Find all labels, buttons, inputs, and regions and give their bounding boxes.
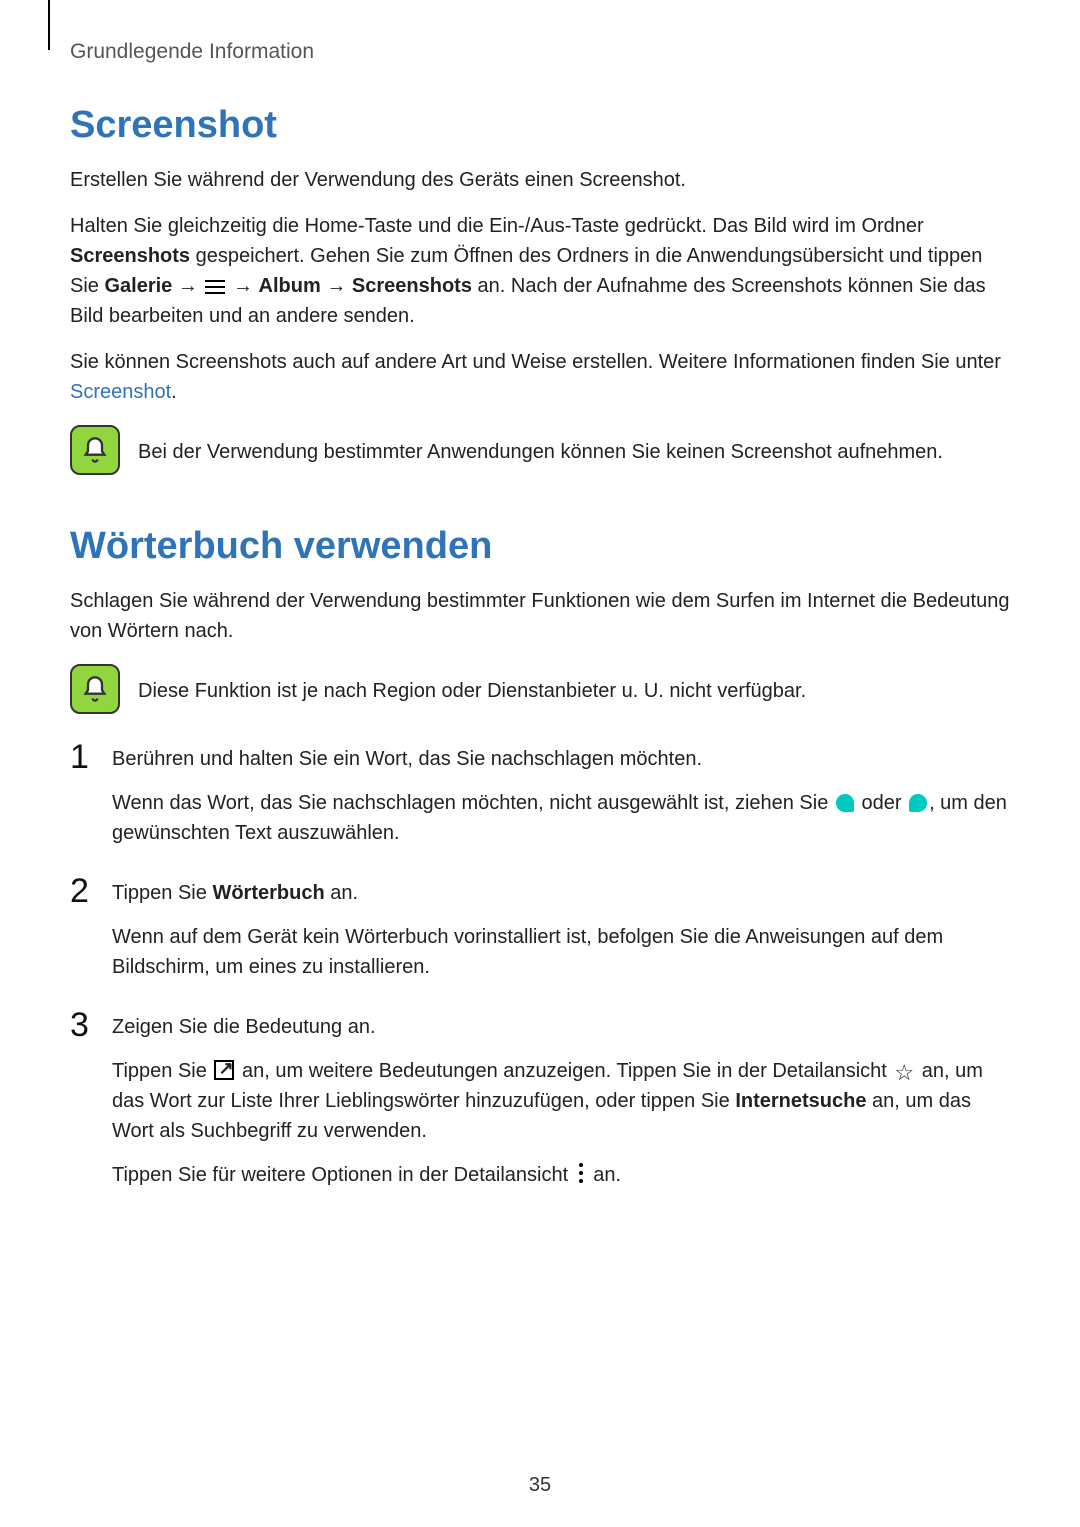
arrow: → [321,275,352,297]
dictionary-steps: Berühren und halten Sie ein Wort, das Si… [70,744,1010,1190]
text: an. [325,882,358,904]
expand-icon [214,1060,234,1080]
hamburger-icon [205,280,225,294]
step1-line1: Berühren und halten Sie ein Wort, das Si… [112,744,1010,774]
text-bold: Album [259,275,321,297]
step-1: Berühren und halten Sie ein Wort, das Si… [70,744,1010,848]
step2-line1: Tippen Sie Wörterbuch an. [112,878,1010,908]
note-text: Bei der Verwendung bestimmter Anwendunge… [138,425,943,467]
note-dictionary: Diese Funktion ist je nach Region oder D… [70,664,1010,714]
text: oder [856,792,907,814]
screenshot-p2: Halten Sie gleichzeitig die Home-Taste u… [70,211,1010,331]
bell-icon [70,425,120,475]
link-screenshot[interactable]: Screenshot [70,381,171,403]
text-bold: Internetsuche [735,1090,866,1112]
note-screenshot: Bei der Verwendung bestimmter Anwendunge… [70,425,1010,475]
screenshot-p3: Sie können Screenshots auch auf andere A… [70,347,1010,407]
step1-line2: Wenn das Wort, das Sie nachschlagen möch… [112,788,1010,848]
breadcrumb: Grundlegende Information [70,40,1010,64]
text-bold: Screenshots [352,275,472,297]
note-text: Diese Funktion ist je nach Region oder D… [138,664,806,706]
page-content: Grundlegende Information Screenshot Erst… [70,40,1010,1477]
text: Tippen Sie [112,1060,212,1082]
text: an. [588,1164,621,1186]
step-2: Tippen Sie Wörterbuch an. Wenn auf dem G… [70,878,1010,982]
text: Tippen Sie für weitere Optionen in der D… [112,1164,574,1186]
step-3: Zeigen Sie die Bedeutung an. Tippen Sie … [70,1012,1010,1190]
bell-icon [70,664,120,714]
text: Sie können Screenshots auch auf andere A… [70,351,1001,373]
section-title-dictionary: Wörterbuch verwenden [70,525,1010,568]
text-bold: Wörterbuch [212,882,324,904]
star-icon: ☆ [894,1062,914,1084]
text-bold: Galerie [104,275,172,297]
text: Wenn das Wort, das Sie nachschlagen möch… [112,792,834,814]
arrow: → [227,275,258,297]
page-number: 35 [0,1474,1080,1497]
step3-line1: Zeigen Sie die Bedeutung an. [112,1012,1010,1042]
step3-line2: Tippen Sie an, um weitere Bedeutungen an… [112,1056,1010,1146]
selection-handle-left-icon [836,794,854,812]
more-options-icon [578,1163,584,1183]
step2-line2: Wenn auf dem Gerät kein Wörterbuch vorin… [112,922,1010,982]
text: Halten Sie gleichzeitig die Home-Taste u… [70,215,924,237]
selection-handle-right-icon [909,794,927,812]
tab-edge-marker [48,0,50,50]
text-bold: Screenshots [70,245,190,267]
arrow: → [172,275,203,297]
screenshot-p1: Erstellen Sie während der Verwendung des… [70,165,1010,195]
text: an, um weitere Bedeutungen anzuzeigen. T… [236,1060,892,1082]
section-title-screenshot: Screenshot [70,104,1010,147]
text: . [171,381,177,403]
dictionary-intro: Schlagen Sie während der Verwendung best… [70,586,1010,646]
step3-line3: Tippen Sie für weitere Optionen in der D… [112,1160,1010,1190]
text: Tippen Sie [112,882,212,904]
